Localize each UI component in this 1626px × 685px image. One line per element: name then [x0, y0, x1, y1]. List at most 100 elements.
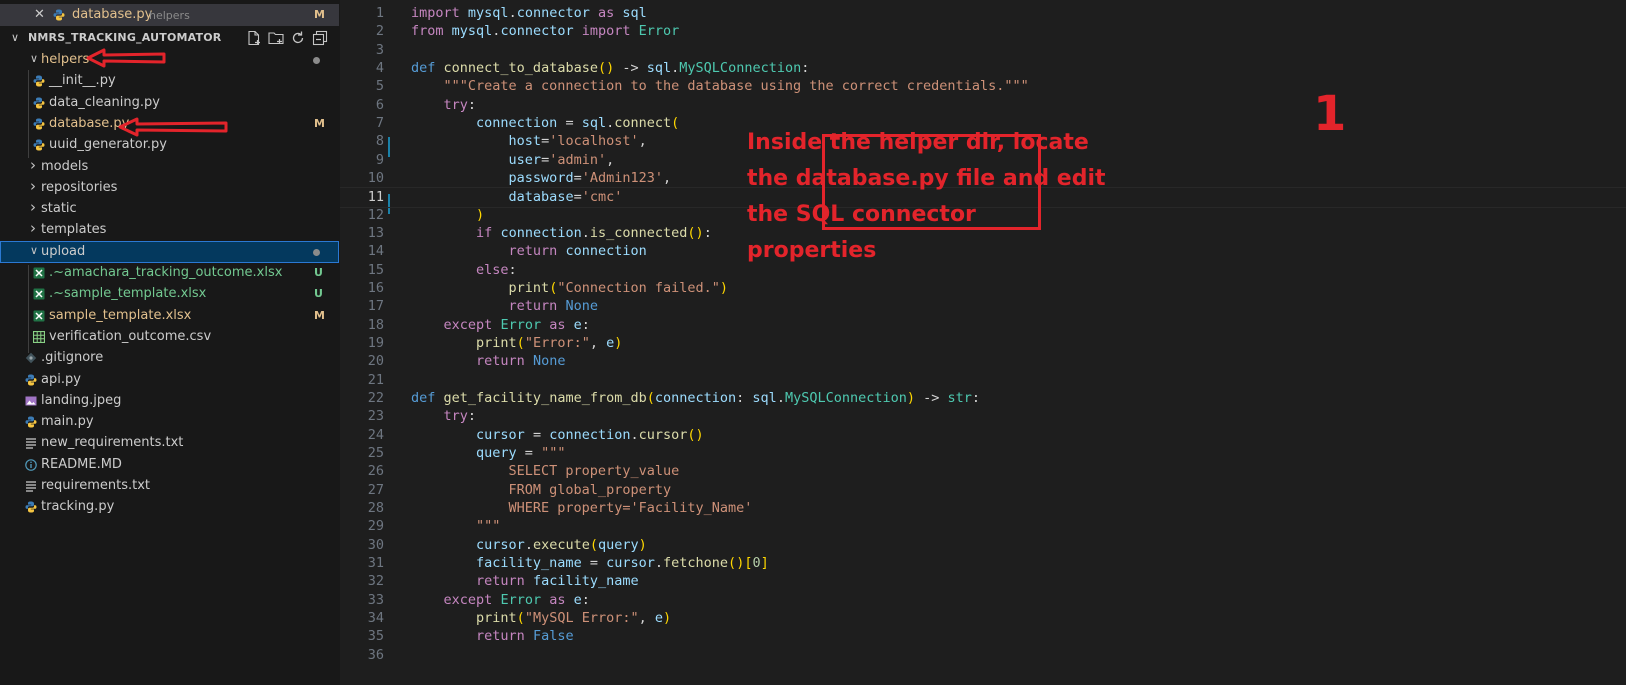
line-number: 13	[367, 224, 384, 241]
code-line[interactable]: 3	[340, 41, 1626, 60]
modified-dot-icon	[313, 248, 320, 256]
tree-item-label: templates	[41, 222, 107, 238]
file-tracking-py[interactable]: tracking.py	[0, 496, 339, 518]
code-line[interactable]: 29 """	[340, 517, 1626, 536]
project-header[interactable]: ∨ NMRS_TRACKING_AUTOMATOR	[0, 28, 339, 48]
code-text: return False	[476, 628, 574, 645]
code-line[interactable]: 36	[340, 646, 1626, 665]
file-amachara-tracking-outcome-xlsx[interactable]: .~amachara_tracking_outcome.xlsx U	[0, 262, 339, 284]
code-editor[interactable]: 1 import mysql.connector as sql 2 from mysq…	[340, 0, 1626, 685]
code-line[interactable]: 25 query = """	[340, 444, 1626, 463]
file-sample-template-xlsx[interactable]: .~sample_template.xlsx U	[0, 283, 339, 305]
file-init-py[interactable]: __init__.py	[0, 70, 339, 92]
git-status-badge: U	[314, 287, 323, 301]
tree-item-label: api.py	[41, 371, 81, 387]
code-line[interactable]: 24 cursor = connection.cursor()	[340, 426, 1626, 445]
tree-item-label: helpers	[41, 52, 90, 67]
code-text: """Create a connection to the database u…	[443, 78, 1029, 95]
code-line[interactable]: 34 print("MySQL Error:", e)	[340, 609, 1626, 628]
tree-item-label: __init__.py	[49, 73, 116, 89]
file-main-py[interactable]: main.py	[0, 411, 339, 433]
code-line[interactable]: 19 print("Error:", e)	[340, 334, 1626, 353]
line-number: 15	[367, 261, 384, 278]
code-line[interactable]: 1 import mysql.connector as sql	[340, 4, 1626, 23]
file-new-requirements-txt[interactable]: new_requirements.txt	[0, 432, 339, 454]
code-line[interactable]: 16 print("Connection failed.")	[340, 279, 1626, 298]
code-line[interactable]: 30 cursor.execute(query)	[340, 536, 1626, 555]
python-file-icon	[25, 501, 37, 513]
git-status-badge: M	[314, 308, 325, 322]
code-line[interactable]: 33 except Error as e:	[340, 591, 1626, 610]
close-icon[interactable]: ✕	[34, 7, 45, 22]
folder-templates[interactable]: › templates	[0, 219, 339, 241]
folder-static[interactable]: › static	[0, 198, 339, 220]
tree-item-label: models	[41, 158, 89, 174]
code-line[interactable]: 26 SELECT property_value	[340, 462, 1626, 481]
code-text: except Error as e:	[443, 316, 590, 333]
line-number: 5	[375, 78, 384, 95]
tree-item-label: main.py	[41, 414, 94, 430]
collapse-all-icon[interactable]	[312, 30, 328, 46]
chevron-right-icon: ›	[30, 176, 36, 195]
tree-item-label: .~sample_template.xlsx	[49, 286, 207, 302]
new-folder-icon[interactable]	[268, 30, 284, 46]
tree-item-label: landing.jpeg	[41, 392, 122, 408]
file-gitignore[interactable]: .gitignore	[0, 347, 339, 369]
code-line[interactable]: 6 try:	[340, 96, 1626, 115]
chevron-down-icon: ∨	[11, 31, 20, 44]
file-database-py[interactable]: database.py M	[0, 113, 339, 135]
code-line[interactable]: 4 def connect_to_database() -> sql.MySQLC…	[340, 59, 1626, 78]
file-readme-md[interactable]: README.MD	[0, 454, 339, 476]
folder-helpers[interactable]: ∨ helpers	[0, 49, 339, 71]
code-line[interactable]: 31 facility_name = cursor.fetchone()[0]	[340, 554, 1626, 573]
file-requirements-txt[interactable]: requirements.txt	[0, 475, 339, 497]
line-number: 29	[367, 518, 384, 535]
tree-item-label: database.py	[49, 115, 130, 131]
tree-item-label: README.MD	[41, 456, 122, 472]
line-number: 1	[375, 5, 384, 21]
line-number: 34	[367, 609, 384, 626]
file-verification-outcome-csv[interactable]: verification_outcome.csv	[0, 326, 339, 348]
code-text: return connection	[508, 243, 647, 260]
python-file-icon	[33, 118, 45, 130]
code-text: except Error as e:	[443, 591, 590, 608]
open-editor-item[interactable]: ✕ database.py helpers M	[0, 4, 339, 26]
code-line[interactable]: 5 """Create a connection to the database…	[340, 77, 1626, 96]
text-file-icon	[25, 437, 37, 449]
code-line[interactable]: 21	[340, 371, 1626, 390]
line-number: 10	[367, 169, 384, 186]
code-line[interactable]: 20 return None	[340, 352, 1626, 371]
line-number: 25	[367, 444, 384, 461]
file-sample-template-xlsx[interactable]: sample_template.xlsx M	[0, 305, 339, 327]
code-line[interactable]: 23 try:	[340, 407, 1626, 426]
tree-item-label: new_requirements.txt	[41, 435, 184, 451]
code-text: import mysql.connector as sql	[411, 5, 647, 21]
code-line[interactable]: 28 WHERE property='Facility_Name'	[340, 499, 1626, 518]
file-landing-jpeg[interactable]: landing.jpeg	[0, 390, 339, 412]
code-text: facility_name = cursor.fetchone()[0]	[476, 554, 769, 571]
code-line[interactable]: 35 return False	[340, 627, 1626, 646]
code-line[interactable]: 22 def get_facility_name_from_db(connecti…	[340, 389, 1626, 408]
new-file-icon[interactable]	[246, 30, 262, 46]
folder-upload[interactable]: ∨ upload	[0, 240, 339, 263]
code-line[interactable]: 32 return facility_name	[340, 572, 1626, 591]
code-line[interactable]: 17 return None	[340, 297, 1626, 316]
code-line[interactable]: 18 except Error as e:	[340, 316, 1626, 335]
line-number: 26	[367, 463, 384, 480]
folder-repositories[interactable]: › repositories	[0, 177, 339, 199]
folder-models[interactable]: › models	[0, 156, 339, 178]
file-uuid-generator-py[interactable]: uuid_generator.py	[0, 134, 339, 156]
chevron-down-icon: ∨	[30, 52, 39, 65]
excel-file-icon	[33, 267, 45, 279]
open-editor-filename: database.py	[72, 7, 153, 22]
line-number: 4	[375, 59, 384, 76]
refresh-icon[interactable]	[290, 30, 306, 46]
code-line[interactable]: 2 from mysql.connector import Error	[340, 22, 1626, 41]
code-line[interactable]: 27 FROM global_property	[340, 481, 1626, 500]
chevron-right-icon: ›	[30, 219, 36, 238]
file-api-py[interactable]: api.py	[0, 369, 339, 391]
line-number: 21	[367, 371, 384, 388]
tree-item-label: tracking.py	[41, 499, 115, 515]
code-text: FROM global_property	[411, 481, 672, 498]
file-data-cleaning-py[interactable]: data_cleaning.py	[0, 92, 339, 114]
